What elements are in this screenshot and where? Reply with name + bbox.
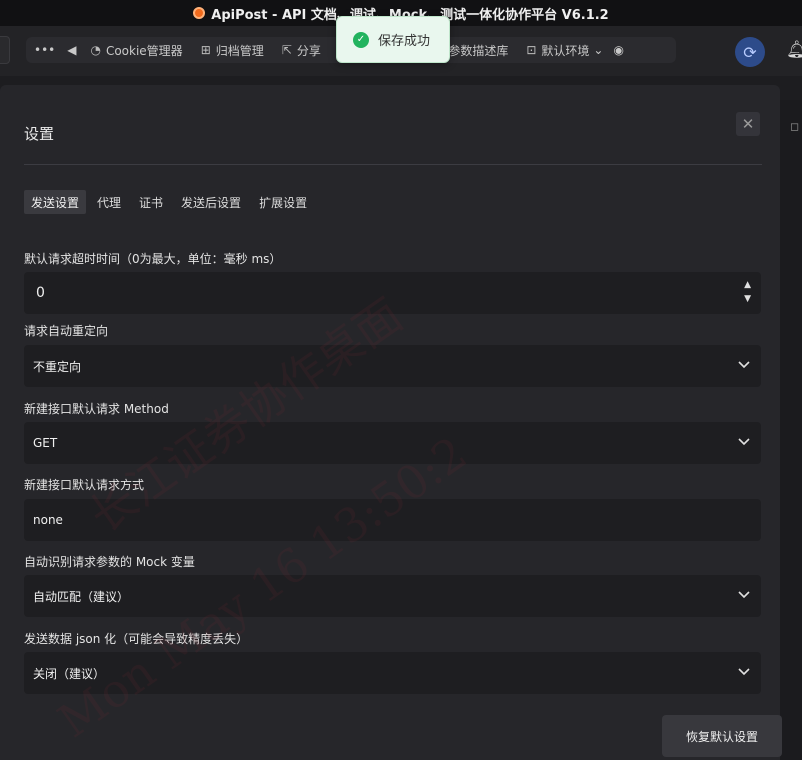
settings-tabs: 发送设置 代理 证书 发送后设置 扩展设置	[24, 190, 318, 214]
toolbar-environment-select[interactable]: ⊡ 默认环境 ⌄	[526, 42, 603, 59]
chevron-down-icon: ⌄	[593, 43, 604, 57]
mock-variable-label: 自动识别请求参数的 Mock 变量	[24, 555, 195, 569]
redirect-select[interactable]: 不重定向	[24, 345, 761, 387]
timeout-input[interactable]: 0 ▲ ▼	[24, 272, 761, 314]
tab-certificate[interactable]: 证书	[132, 190, 170, 214]
toast-message: 保存成功	[378, 34, 431, 49]
toolbar-cookie-manager[interactable]: ◔ Cookie管理器	[90, 42, 182, 59]
archive-icon: ⊞	[200, 43, 211, 57]
background-panel-edge: ◻	[780, 100, 802, 760]
redirect-label: 请求自动重定向	[24, 324, 109, 338]
eye-icon[interactable]: ◉	[613, 43, 623, 57]
save-success-toast: ✓ 保存成功	[336, 16, 450, 63]
tab-send-settings[interactable]: 发送设置	[24, 190, 87, 214]
modal-title: 设置	[24, 125, 55, 143]
more-icon[interactable]: •••	[34, 43, 55, 57]
stepper-down-icon[interactable]: ▼	[744, 292, 751, 306]
reset-defaults-button[interactable]: 恢复默认设置	[662, 715, 782, 757]
environment-icon: ⊡	[526, 43, 537, 57]
tab-post-send-settings[interactable]: 发送后设置	[174, 190, 248, 214]
chevron-down-icon	[738, 438, 750, 446]
stepper-up-icon[interactable]: ▲	[744, 278, 751, 292]
chevron-down-icon	[738, 361, 750, 369]
settings-modal: 设置 ✕ 发送设置 代理 证书 发送后设置 扩展设置 默认请求超时时间（0为最大…	[0, 85, 782, 760]
mock-variable-select[interactable]: 自动匹配（建议）	[24, 575, 761, 617]
close-button[interactable]: ✕	[736, 112, 760, 136]
share-icon: ⇱	[281, 43, 292, 57]
tab-proxy[interactable]: 代理	[90, 190, 128, 214]
check-circle-icon: ✓	[353, 31, 369, 48]
left-panel-handle[interactable]	[0, 36, 10, 64]
chevron-down-icon	[738, 591, 750, 599]
json-label: 发送数据 json 化（可能会导致精度丢失）	[24, 632, 249, 646]
chevron-down-icon	[738, 668, 750, 676]
method-label: 新建接口默认请求 Method	[24, 402, 169, 416]
request-mode-input[interactable]: none	[24, 499, 761, 541]
timeout-label: 默认请求超时时间（0为最大，单位：毫秒 ms）	[24, 252, 282, 266]
bell-icon[interactable]: 🔔︎	[786, 40, 802, 60]
document-icon: ◻	[790, 120, 800, 133]
json-select[interactable]: 关闭（建议）	[24, 652, 761, 694]
request-mode-label: 新建接口默认请求方式	[24, 478, 145, 492]
method-select[interactable]: GET	[24, 422, 761, 464]
apipost-logo-icon	[193, 7, 206, 19]
toolbar-archive-manager[interactable]: ⊞ 归档管理	[201, 42, 264, 59]
sync-icon: ⟳	[743, 42, 757, 62]
toolbar-share[interactable]: ⇱ 分享	[282, 42, 321, 59]
collapse-left-icon[interactable]: ◀	[67, 43, 76, 57]
close-icon: ✕	[741, 115, 755, 133]
number-stepper[interactable]: ▲ ▼	[744, 278, 751, 306]
sync-button[interactable]: ⟳	[735, 37, 765, 67]
divider	[24, 164, 762, 165]
cookie-icon: ◔	[90, 43, 101, 57]
tab-extension-settings[interactable]: 扩展设置	[252, 190, 314, 214]
